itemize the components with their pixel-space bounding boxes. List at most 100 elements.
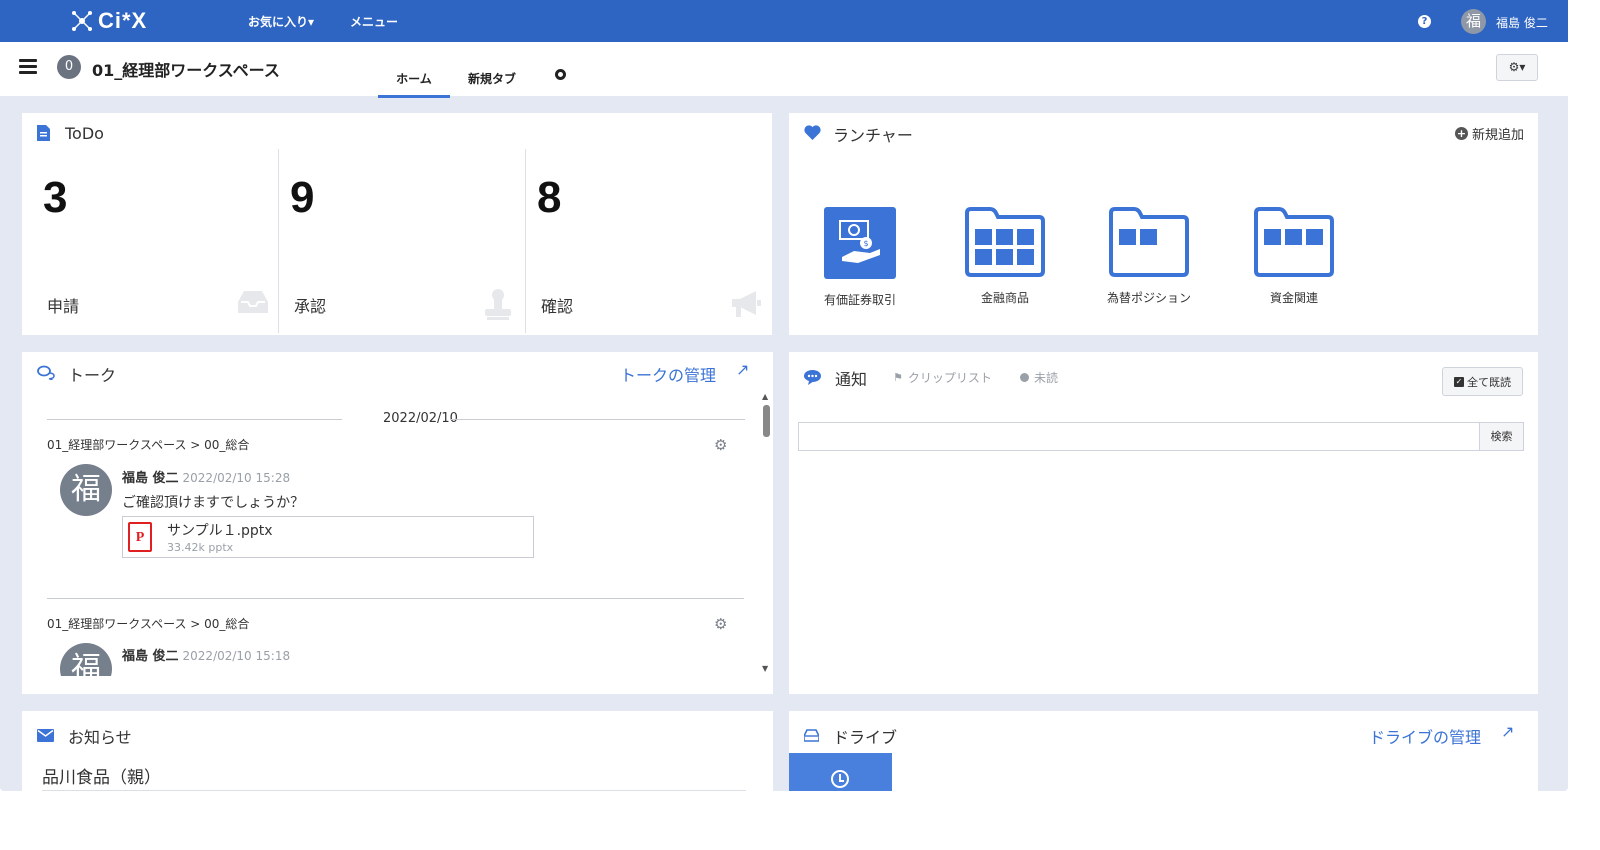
message-author: 福島 俊二 2022/02/10 15:28 [122,467,290,486]
logo-icon [72,11,92,31]
add-tab-icon[interactable] [555,69,566,80]
scroll-down-arrow-icon[interactable]: ▼ [762,664,768,673]
todo-apply[interactable]: 3 申請 [22,149,278,333]
megaphone-icon [732,291,761,317]
launcher-item-securities[interactable]: $ 有価証券取引 [800,207,920,308]
notice-search-input[interactable] [798,422,1479,451]
launcher-item-financial-products[interactable]: 金融商品 [945,207,1065,306]
talk-manage-link[interactable]: トークの管理 [620,362,716,386]
talk-scrollbar[interactable]: ▲ ▼ [760,390,773,676]
clock-icon [831,770,849,788]
checkbox-icon: ✓ [1454,376,1464,387]
todo-confirm-count: 8 [537,173,562,222]
launcher-label: 資金関連 [1269,291,1318,305]
workspace-badge: 0 [57,55,81,79]
todo-apply-count: 3 [43,173,68,222]
main-menu[interactable]: メニュー [350,13,398,30]
mark-all-read-label: 全て既読 [1467,375,1511,389]
tab-clip-list[interactable]: ⚑ クリップリスト [893,369,992,386]
avatar[interactable]: 福 [60,643,112,676]
author-name: 福島 俊二 [122,471,179,486]
todo-apply-label: 申請 [47,297,80,316]
external-link-icon[interactable]: ↗ [736,360,749,379]
todo-confirm-label: 確認 [541,297,574,316]
todo-approve-count: 9 [290,173,315,222]
securities-icon: $ [824,207,896,279]
message-path[interactable]: 01_経理部ワークスペース > 00_総合 [47,615,249,632]
help-icon[interactable]: ? [1418,15,1431,28]
tab-unread[interactable]: 未読 [1020,369,1058,386]
document-icon [37,125,50,141]
search-button[interactable]: 検索 [1479,422,1524,451]
todo-title: ToDo [65,124,104,143]
add-launcher-label: 新規追加 [1471,128,1524,143]
launcher-panel: ランチャー + 新規追加 $ 有価証券取引 金融商品 為替ポジション 資金関連 [789,113,1538,335]
settings-button[interactable]: ⚙▾ [1496,54,1538,81]
scrollbar-thumb[interactable] [763,405,770,437]
launcher-label: 為替ポジション [1106,291,1191,305]
message-time: 2022/02/10 15:28 [182,471,291,485]
user-name[interactable]: 福島 俊二 [1496,14,1548,31]
dot-icon [1020,373,1029,382]
launcher-title: ランチャー [833,126,913,145]
mark-all-read-button[interactable]: ✓ 全て既読 [1442,367,1523,396]
stamp-icon [485,289,511,320]
todo-approve[interactable]: 9 承認 [279,149,525,333]
app-window: Ci*X お気に入り▾ メニュー ? 福 福島 俊二 0 01_経理部ワークスペ… [0,0,1568,791]
logo-text: Ci*X [98,8,148,33]
workspace-header: 0 01_経理部ワークスペース ホーム 新規タブ ⚙▾ [0,42,1568,98]
date-separator: 2022/02/10 [47,411,747,427]
attachment-card[interactable]: P サンプル１.pptx 33.42k pptx [122,516,534,558]
todo-confirm[interactable]: 8 確認 [526,149,772,333]
tab-new[interactable]: 新規タブ [468,70,516,87]
inbox-icon [238,291,268,313]
news-title: お知らせ [68,728,132,747]
talk-panel: トーク トークの管理 ↗ 2022/02/10 01_経理部ワークスペース > … [22,352,773,694]
envelope-icon [37,729,54,742]
drive-title: ドライブ [833,728,898,747]
launcher-item-funds[interactable]: 資金関連 [1234,207,1354,306]
news-panel: お知らせ 品川食品（親） [22,711,773,791]
notice-title: 通知 [835,370,868,389]
news-divider [42,790,746,791]
message-divider [47,598,744,599]
message-time: 2022/02/10 15:18 [182,649,291,663]
speech-bubble-icon [804,370,821,385]
drive-recent-tile[interactable] [789,753,892,791]
tab-clip-list-label: クリップリスト [907,371,992,385]
talk-title: トーク [68,366,117,385]
date-separator-text: 2022/02/10 [383,411,458,426]
tab-home[interactable]: ホーム [378,70,450,98]
scroll-up-arrow-icon[interactable]: ▲ [762,392,768,401]
gear-icon[interactable]: ⚙ [714,615,727,633]
author-name: 福島 俊二 [122,649,179,664]
avatar[interactable]: 福 [60,464,112,516]
plus-circle-icon: + [1454,127,1468,140]
drive-manage-link[interactable]: ドライブの管理 [1369,724,1481,748]
attachment-meta: 33.42k pptx [167,541,234,554]
heart-icon [804,125,821,140]
todo-approve-label: 承認 [294,297,327,316]
talk-feed[interactable]: 2022/02/10 01_経理部ワークスペース > 00_総合 ⚙ 福 福島 … [22,390,773,676]
hamburger-menu-icon[interactable] [19,59,37,75]
launcher-label: 金融商品 [980,291,1029,305]
gear-icon[interactable]: ⚙ [714,436,727,454]
drive-panel: ドライブ ドライブの管理 ↗ [789,711,1538,791]
svg-text:$: $ [863,239,868,248]
powerpoint-file-icon: P [128,522,152,552]
workspace-title: 01_経理部ワークスペース [92,61,280,80]
user-avatar[interactable]: 福 [1461,9,1486,34]
favorites-menu[interactable]: お気に入り▾ [248,13,314,30]
notice-panel: 通知 ⚑ クリップリスト 未読 ✓ 全て既読 検索 [789,352,1538,694]
launcher-item-fx-position[interactable]: 為替ポジション [1089,207,1209,306]
app-logo[interactable]: Ci*X [70,8,147,34]
top-navbar: Ci*X お気に入り▾ メニュー ? 福 福島 俊二 [0,0,1568,42]
attachment-name: サンプル１.pptx [167,523,273,539]
folder-icon [965,207,1045,277]
message-path[interactable]: 01_経理部ワークスペース > 00_総合 [47,436,249,453]
drive-icon [804,729,819,742]
message-text: ご確認頂けますでしょうか？ [122,495,305,511]
news-item[interactable]: 品川食品（親） [42,763,161,788]
external-link-icon[interactable]: ↗ [1501,722,1514,741]
add-launcher-button[interactable]: + 新規追加 [1454,124,1524,143]
